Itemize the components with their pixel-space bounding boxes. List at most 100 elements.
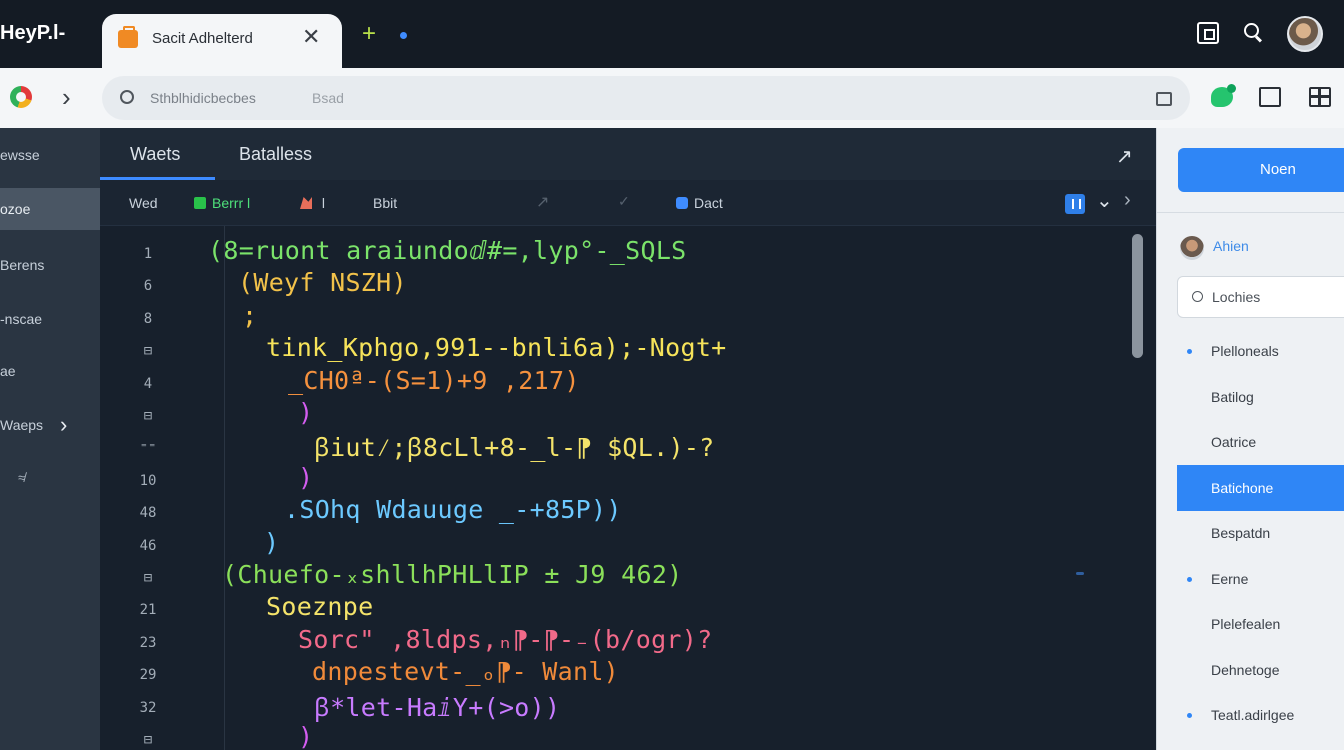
close-tab-icon[interactable]: ✕ <box>302 24 320 50</box>
line-number: 10 <box>139 472 157 489</box>
line-number: 29 <box>139 667 157 684</box>
panel-list-item-label: Oatrice <box>1211 434 1257 450</box>
panel-search-input[interactable]: Lochies <box>1177 276 1344 318</box>
chevron-down-icon[interactable]: ⌄ <box>1096 188 1113 213</box>
sidebar-item-label: Berens <box>0 257 45 273</box>
check-icon[interactable]: ✓ <box>618 193 630 210</box>
sidebar-item-5[interactable]: ae <box>0 350 100 392</box>
search-icon <box>1192 291 1203 302</box>
bookmark-icon[interactable] <box>1156 92 1172 106</box>
line-number: 1 <box>143 246 153 262</box>
panel-list-item-label: Dehnetoge <box>1211 661 1280 678</box>
code-area[interactable]: 1 6 8 ⊟ 4 ⊟ ⁼⁼ 10 48 46 ⊟ 21 23 29 32 ⊟ (8=ruont araiun… <box>100 226 1156 750</box>
sidebar-item-3[interactable]: Berens <box>0 244 100 286</box>
panel-list-item-label: Bespatdn <box>1211 525 1271 541</box>
panel-list-item[interactable]: Bespatdn <box>1177 510 1344 556</box>
code-line[interactable]: Sorc" ,8ldps,ₙ⁋-⁋-₋(b/ogr)? <box>298 625 712 654</box>
run-icon <box>194 197 206 209</box>
url-bar[interactable]: Sthblhidicbecbes Bsad <box>102 76 1190 120</box>
code-line[interactable]: dnpestevt-_ₒ⁋- Wanl) <box>312 657 619 686</box>
panel-list-item[interactable]: Plelloneals <box>1177 328 1344 374</box>
line-number: ⊟ <box>143 408 153 424</box>
title-bar: HeyP.l- Sacit Adhelterd ✕ + <box>0 0 1344 68</box>
code-line[interactable]: (8=ruont araiundoⅆ#=,lyp°-_SQLS <box>208 236 687 265</box>
database-button[interactable]: Dact <box>676 195 723 211</box>
bullet-icon <box>1187 349 1192 354</box>
line-number: 4 <box>143 375 153 392</box>
panel-list-item[interactable]: Oatrice <box>1177 419 1344 465</box>
tab-indicator-dot <box>400 32 407 39</box>
window-icon[interactable] <box>1197 22 1219 44</box>
grid-icon[interactable] <box>1309 87 1331 107</box>
code-line[interactable]: ; <box>242 301 257 330</box>
sidebar-item-4[interactable]: -nscae <box>0 298 100 340</box>
editor-toolbar: Wed Berrr l l Bbit ↗ ✓ Dact ⌄ › <box>100 180 1156 226</box>
navigation-bar: › Sthblhidicbecbes Bsad <box>0 68 1344 128</box>
database-icon <box>676 197 688 209</box>
panel-list-item[interactable]: Batichone <box>1177 464 1344 511</box>
app-title: HeyP.l- <box>0 22 66 44</box>
chevron-right-icon[interactable]: › <box>1124 189 1131 212</box>
user-avatar-icon <box>1180 236 1204 260</box>
line-number: 48 <box>139 505 157 522</box>
code-line[interactable]: ) <box>264 528 279 557</box>
code-line[interactable]: ) <box>298 398 313 427</box>
pause-icon[interactable] <box>1065 194 1085 214</box>
browser-logo-icon[interactable] <box>10 86 32 108</box>
code-line[interactable]: ꞵiut⁄;ꞵ8cLl+8-_l-⁋ $QL.)-? <box>314 430 715 464</box>
run-label: Berrr l <box>212 195 251 211</box>
code-line[interactable]: Soeznpe <box>266 592 373 621</box>
code-line[interactable]: (Chuefo-ₓshllhPHLlIP ± J9 462) <box>222 560 683 589</box>
sidebar-item-label: ae <box>0 363 16 379</box>
panel-list-item[interactable]: Dehnetoge <box>1177 647 1344 693</box>
code-line[interactable]: _CH0ª-(S=1)+9 ,217) <box>288 366 580 395</box>
panel-list-item-label: Teatl.adirlgee <box>1211 707 1295 723</box>
search-icon[interactable] <box>1243 22 1265 44</box>
tab-waets[interactable]: Waets <box>130 144 180 165</box>
run-button[interactable]: Berrr l <box>194 195 250 211</box>
sidebar-item-label: ewsse <box>0 147 40 163</box>
panel-list-item[interactable]: Teatl.adirlgee <box>1177 692 1344 738</box>
editor-tab-bar: Waets Batalless ↗ <box>100 128 1156 180</box>
browser-tab[interactable]: Sacit Adhelterd ✕ <box>102 14 342 68</box>
url-text[interactable]: Sthblhidicbecbes <box>150 90 256 106</box>
wed-button[interactable]: Wed <box>129 195 158 211</box>
scrollbar-thumb[interactable] <box>1132 234 1143 358</box>
sidebar-item-2[interactable]: ozoe <box>0 188 100 230</box>
arrow-icon[interactable]: ↗ <box>536 192 549 212</box>
edit-button[interactable]: Bbit <box>373 195 397 211</box>
sidebar-item-1[interactable]: ewsse <box>0 134 100 176</box>
bullet-icon <box>1187 576 1192 582</box>
code-line[interactable]: .SOhq Wdauuge _-+85P)) <box>284 495 622 524</box>
tab-batalless[interactable]: Batalless <box>239 144 312 165</box>
sidebar-mini-icon[interactable]: ≉ <box>18 470 25 485</box>
primary-action-button[interactable]: Noen <box>1178 148 1344 192</box>
right-panel: Noen Ahien Lochies Plelloneals Batilog Oat… <box>1156 128 1344 750</box>
sidebar-item-label: ozoe <box>0 201 31 217</box>
avatar[interactable] <box>1287 16 1323 52</box>
gutter-divider <box>224 226 225 750</box>
database-label: Dact <box>694 195 723 211</box>
code-line[interactable]: ) <box>298 722 313 750</box>
stop-button[interactable]: l <box>300 195 325 211</box>
extension-icon[interactable] <box>1211 84 1236 107</box>
line-number: ⊟ <box>143 732 153 748</box>
user-name-link[interactable]: Ahien <box>1213 238 1249 254</box>
line-number: 32 <box>139 699 157 716</box>
panel-list-item[interactable]: Batilog <box>1177 374 1344 420</box>
code-line[interactable]: ꞵ*let-HaⅈY+(>o)) <box>314 690 560 724</box>
code-line[interactable]: ) <box>298 463 313 492</box>
expand-icon[interactable]: ↗ <box>1116 144 1133 169</box>
line-number: 6 <box>143 278 153 295</box>
new-tab-button[interactable]: + <box>362 20 376 48</box>
panel-list-item[interactable]: Plelefealen <box>1177 601 1344 647</box>
bullet-icon <box>1187 713 1192 718</box>
sidebar-item-6[interactable]: Waeps › <box>0 404 100 446</box>
side-panel-icon[interactable] <box>1259 87 1281 107</box>
code-line[interactable]: tink_Kphgo,991--bnli6a);-Nogt+ <box>266 333 727 362</box>
forward-button[interactable]: › <box>62 82 71 113</box>
sidebar-item-label: -nscae <box>0 311 43 327</box>
panel-list-item[interactable]: Eerne <box>1177 556 1344 602</box>
panel-list-item-label: Batilog <box>1211 388 1254 405</box>
code-line[interactable]: (Weyf NSZH) <box>238 268 407 297</box>
